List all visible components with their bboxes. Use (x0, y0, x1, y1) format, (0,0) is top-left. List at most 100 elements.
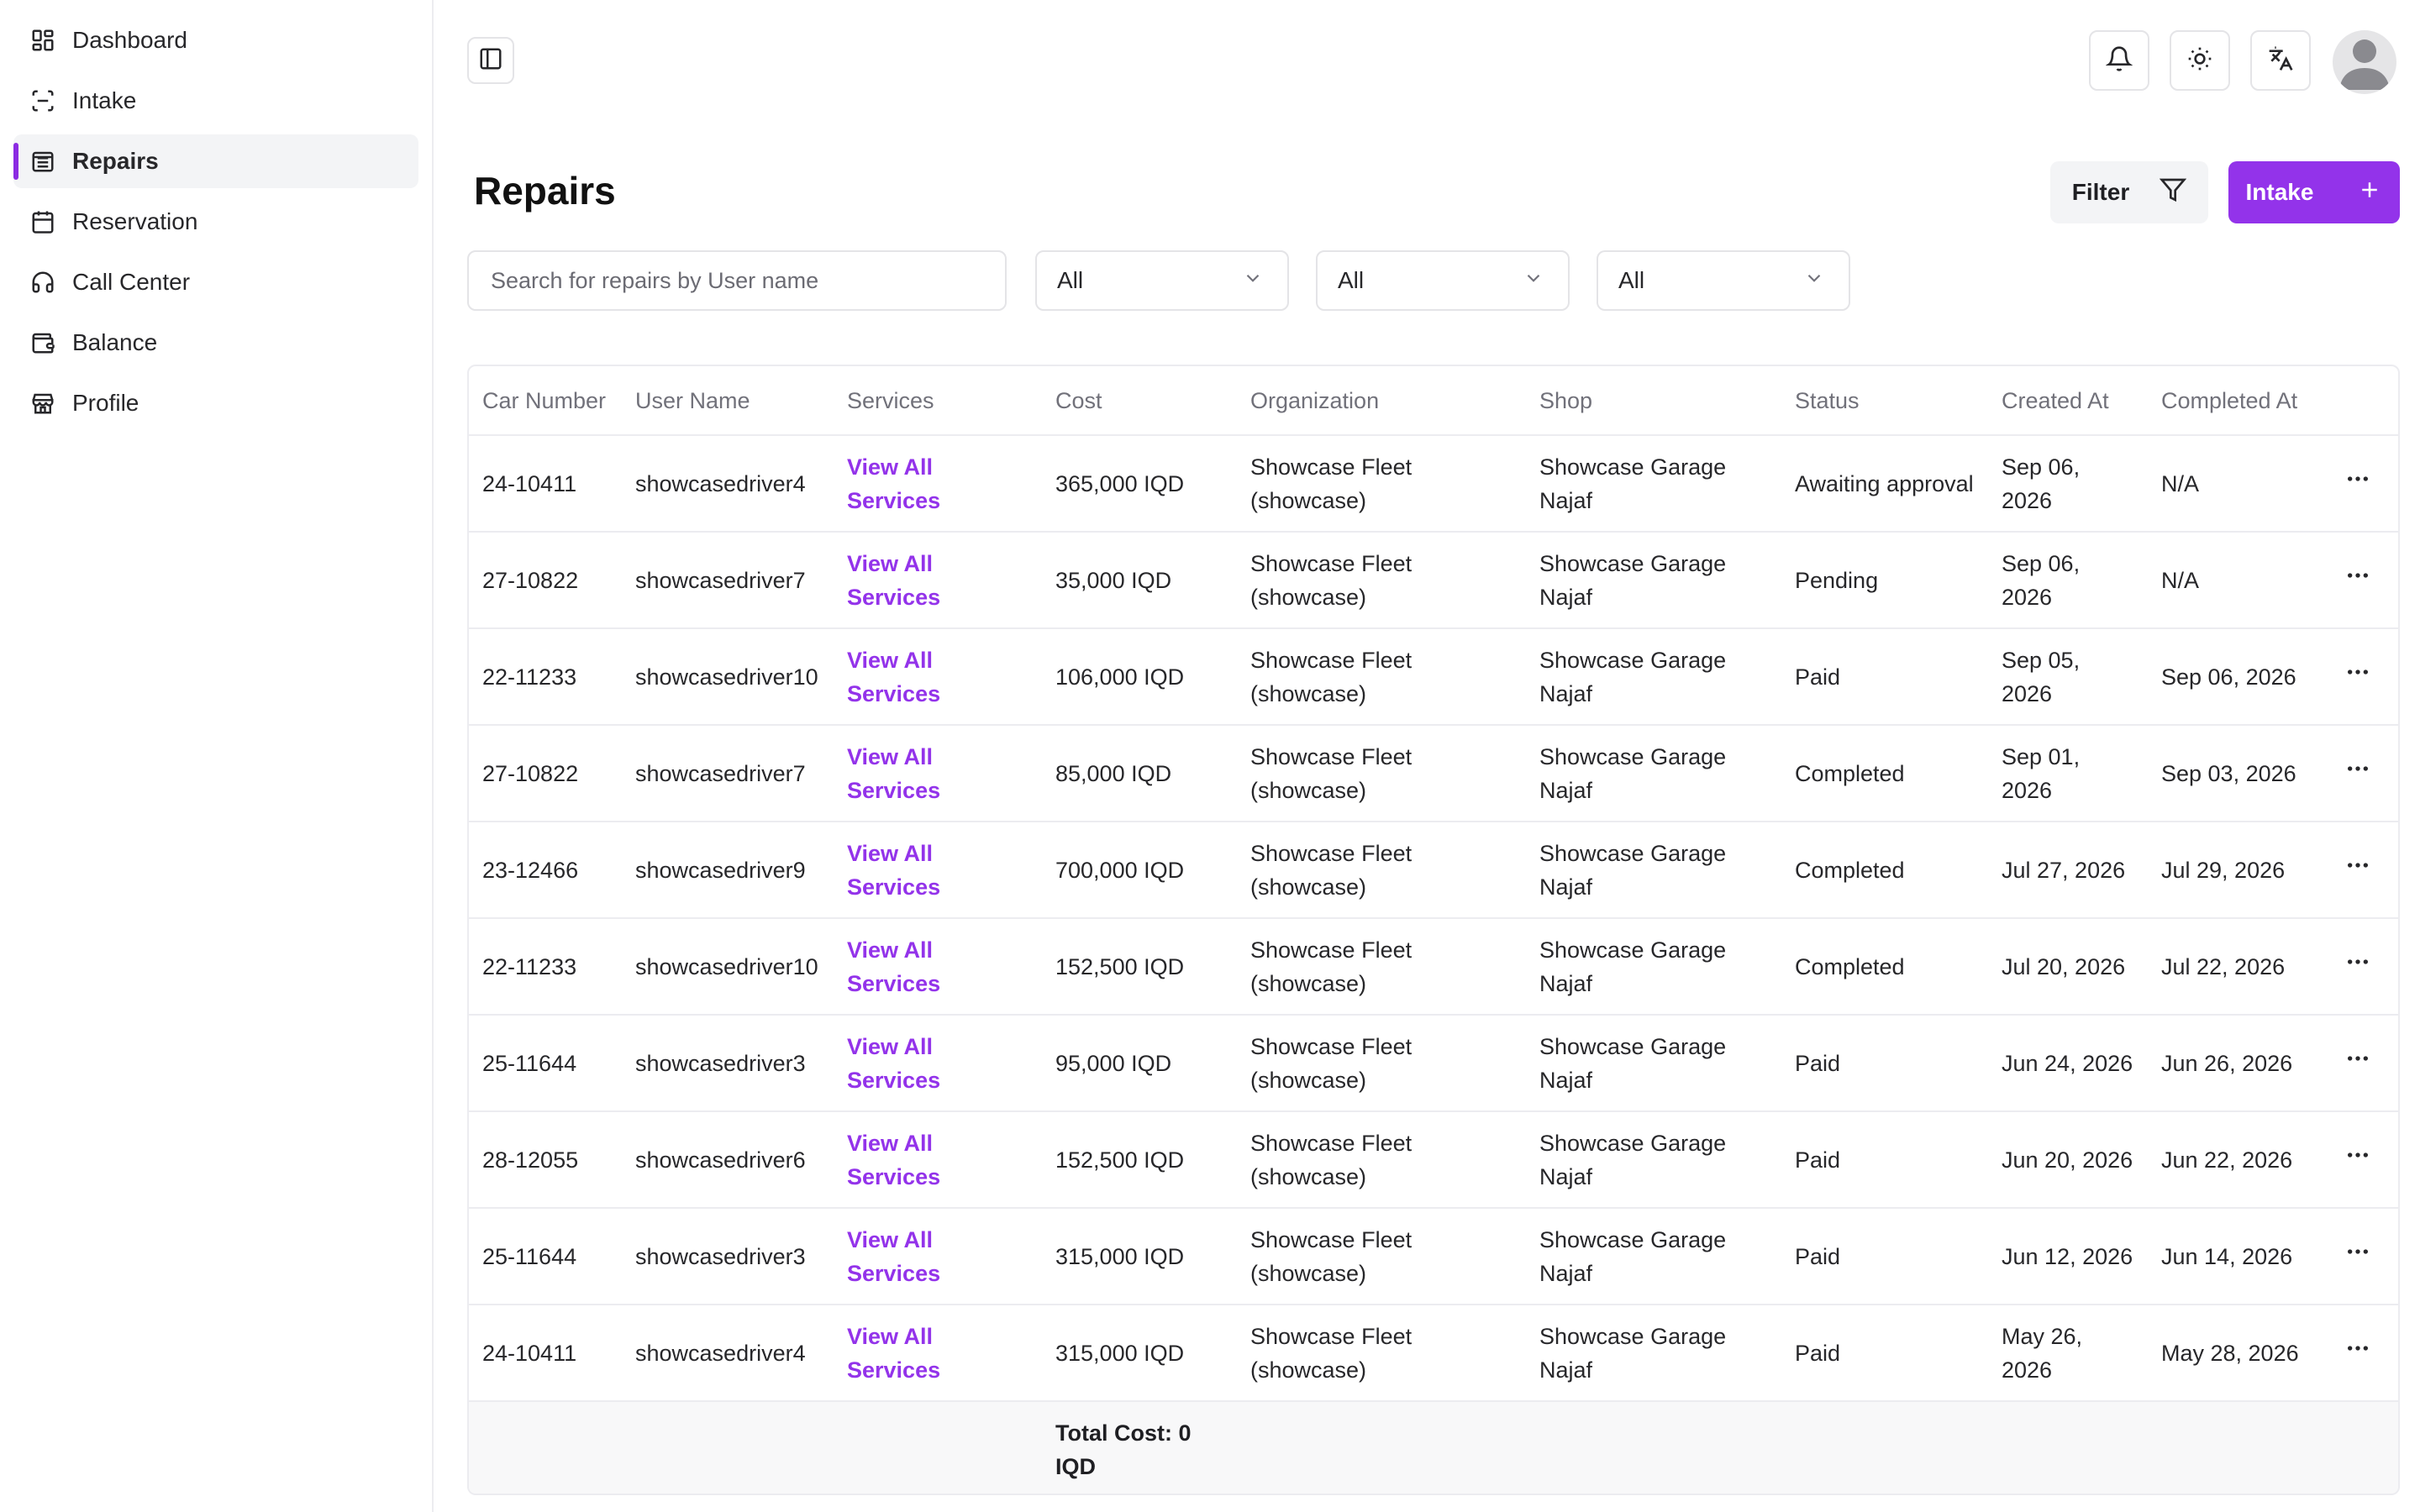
row-actions-button[interactable] (2331, 948, 2385, 984)
shop-cell: Showcase Garage Najaf (1526, 435, 1781, 533)
view-all-services-link[interactable]: View All Services (834, 1111, 1042, 1209)
view-all-services-link[interactable]: View All Services (834, 1015, 1042, 1112)
column-header-organization[interactable]: Organization (1237, 366, 1526, 436)
shop-cell: Showcase Garage Najaf (1526, 1111, 1781, 1209)
completed-at-cell: Jul 29, 2026 (2148, 822, 2317, 919)
column-header-car-number[interactable]: Car Number (469, 366, 622, 436)
row-actions-button[interactable] (2331, 562, 2385, 598)
more-horizontal-icon (2344, 659, 2371, 695)
car-number-cell: 22-11233 (469, 918, 622, 1016)
row-actions-cell (2317, 1111, 2398, 1209)
view-all-services-link[interactable]: View All Services (834, 725, 1042, 822)
organization-cell: Showcase Fleet (showcase) (1237, 822, 1526, 919)
shop-cell: Showcase Garage Najaf (1526, 1208, 1781, 1305)
sidebar-item-call-center[interactable]: Call Center (13, 255, 418, 309)
row-actions-button[interactable] (2331, 1238, 2385, 1274)
view-all-services-link[interactable]: View All Services (834, 435, 1042, 533)
table-row[interactable]: 22-11233 showcasedriver10 View All Service… (469, 628, 2398, 726)
table-row[interactable]: 25-11644 showcasedriver3 View All Services… (469, 1015, 2398, 1112)
created-at-cell: Jun 12, 2026 (1988, 1208, 2148, 1305)
row-actions-button[interactable] (2331, 1142, 2385, 1178)
filter-button-label: Filter (2071, 179, 2130, 205)
column-header-created-at[interactable]: Created At (1988, 366, 2148, 436)
table-row[interactable]: 27-10822 showcasedriver7 View All Services… (469, 725, 2398, 822)
status-cell: Pending (1781, 532, 1988, 629)
filter-select-2[interactable]: All (1316, 250, 1570, 311)
row-actions-button[interactable] (2331, 1045, 2385, 1081)
sidebar-item-profile[interactable]: Profile (13, 376, 418, 430)
user-name-cell: showcasedriver4 (622, 435, 834, 533)
theme-toggle-button[interactable] (2170, 30, 2230, 91)
more-horizontal-icon (2344, 1045, 2371, 1081)
completed-at-cell: May 28, 2026 (2148, 1305, 2317, 1402)
cost-cell: 315,000 IQD (1042, 1305, 1237, 1402)
table-row[interactable]: 24-10411 showcasedriver4 View All Services… (469, 435, 2398, 533)
chevron-down-icon (1803, 267, 1825, 295)
notifications-button[interactable] (2089, 30, 2149, 91)
filter-button[interactable]: Filter (2050, 161, 2208, 223)
completed-at-cell: N/A (2148, 435, 2317, 533)
user-avatar[interactable] (2333, 30, 2396, 94)
organization-cell: Showcase Fleet (showcase) (1237, 918, 1526, 1016)
column-header-cost[interactable]: Cost (1042, 366, 1237, 436)
intake-button[interactable]: Intake (2228, 161, 2400, 223)
column-header-user-name[interactable]: User Name (622, 366, 834, 436)
dashboard-grid-icon (29, 26, 57, 55)
status-cell: Paid (1781, 1015, 1988, 1112)
column-header-status[interactable]: Status (1781, 366, 1988, 436)
user-name-cell: showcasedriver10 (622, 628, 834, 726)
table-row[interactable]: 22-11233 showcasedriver10 View All Service… (469, 918, 2398, 1016)
user-name-cell: showcasedriver3 (622, 1208, 834, 1305)
table-row[interactable]: 24-10411 showcasedriver4 View All Services… (469, 1305, 2398, 1402)
row-actions-button[interactable] (2331, 465, 2385, 501)
table-row[interactable]: 27-10822 showcasedriver7 View All Services… (469, 532, 2398, 629)
sidebar-item-reservation[interactable]: Reservation (13, 195, 418, 249)
sidebar-toggle-button[interactable] (467, 37, 514, 84)
view-all-services-link[interactable]: View All Services (834, 918, 1042, 1016)
search-input[interactable] (467, 250, 1007, 311)
row-actions-button[interactable] (2331, 1335, 2385, 1371)
table-body: 24-10411 showcasedriver4 View All Services… (469, 435, 2398, 1402)
row-actions-button[interactable] (2331, 852, 2385, 888)
car-number-cell: 28-12055 (469, 1111, 622, 1209)
status-cell: Paid (1781, 628, 1988, 726)
column-header-services[interactable]: Services (834, 366, 1042, 436)
car-number-cell: 25-11644 (469, 1015, 622, 1112)
scan-icon (29, 87, 57, 115)
sun-icon (2186, 45, 2213, 76)
table-row[interactable]: 25-11644 showcasedriver3 View All Services… (469, 1208, 2398, 1305)
sidebar-item-balance[interactable]: Balance (13, 316, 418, 370)
table-row[interactable]: 28-12055 showcasedriver6 View All Services… (469, 1111, 2398, 1209)
organization-cell: Showcase Fleet (showcase) (1237, 628, 1526, 726)
language-button[interactable] (2250, 30, 2311, 91)
table-row[interactable]: 23-12466 showcasedriver9 View All Services… (469, 822, 2398, 919)
completed-at-cell: Jun 14, 2026 (2148, 1208, 2317, 1305)
view-all-services-link[interactable]: View All Services (834, 628, 1042, 726)
view-all-services-link[interactable]: View All Services (834, 822, 1042, 919)
view-all-services-link[interactable]: View All Services (834, 1208, 1042, 1305)
organization-cell: Showcase Fleet (showcase) (1237, 1015, 1526, 1112)
column-header-shop[interactable]: Shop (1526, 366, 1781, 436)
sidebar-item-dashboard[interactable]: Dashboard (13, 13, 418, 67)
filter-select-1[interactable]: All (1035, 250, 1289, 311)
organization-cell: Showcase Fleet (showcase) (1237, 532, 1526, 629)
translate-icon (2267, 45, 2294, 76)
select-value: All (1057, 267, 1084, 293)
cost-cell: 365,000 IQD (1042, 435, 1237, 533)
filter-select-3[interactable]: All (1597, 250, 1850, 311)
view-all-services-link[interactable]: View All Services (834, 1305, 1042, 1402)
sidebar-item-intake[interactable]: Intake (13, 74, 418, 128)
sidebar-item-repairs[interactable]: Repairs (13, 134, 418, 188)
completed-at-cell: N/A (2148, 532, 2317, 629)
select-value: All (1618, 267, 1645, 293)
shop-cell: Showcase Garage Najaf (1526, 532, 1781, 629)
row-actions-button[interactable] (2331, 659, 2385, 695)
status-cell: Paid (1781, 1111, 1988, 1209)
car-number-cell: 24-10411 (469, 1305, 622, 1402)
created-at-cell: Sep 05, 2026 (1988, 628, 2148, 726)
view-all-services-link[interactable]: View All Services (834, 532, 1042, 629)
column-header-completed-at[interactable]: Completed At (2148, 366, 2317, 436)
row-actions-button[interactable] (2331, 755, 2385, 791)
car-number-cell: 27-10822 (469, 532, 622, 629)
user-name-cell: showcasedriver4 (622, 1305, 834, 1402)
